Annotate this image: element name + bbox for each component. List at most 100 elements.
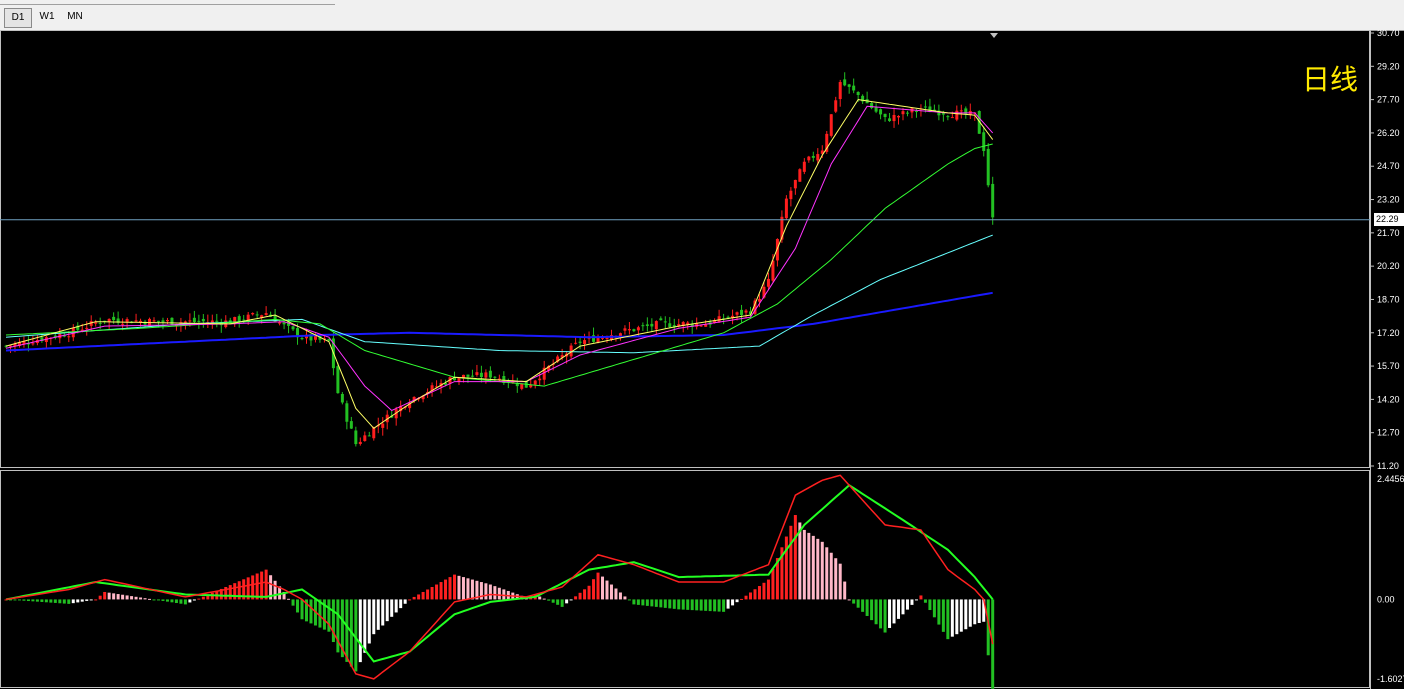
macd-bar (578, 592, 582, 600)
candle (470, 369, 474, 378)
candle-body (950, 117, 954, 119)
candle-body (784, 198, 788, 219)
candle (219, 318, 223, 333)
macd-bar (991, 599, 995, 689)
macd-bar (13, 599, 17, 601)
candle (237, 314, 241, 328)
candle-body (856, 91, 860, 96)
candle (152, 317, 156, 323)
macd-bar (829, 552, 833, 600)
timeframe-w1-button[interactable]: W1 (34, 8, 60, 26)
macd-bar (753, 589, 757, 600)
candle-body (982, 132, 986, 152)
macd-bar (453, 574, 456, 600)
candle-body (955, 110, 959, 120)
candle-body (161, 320, 165, 323)
macd-bar (762, 582, 766, 600)
macd-bar (659, 599, 663, 608)
macd-bar (847, 599, 851, 601)
macd-bar (901, 599, 905, 615)
candle (363, 431, 367, 442)
macd-tick-label: 2.4456 (1377, 474, 1404, 484)
candle-body (291, 326, 295, 330)
candle-body (8, 345, 12, 347)
macd-bar (291, 599, 295, 606)
candle (861, 94, 865, 104)
candle-body (879, 109, 883, 115)
candle (959, 104, 963, 119)
macd-bar (843, 581, 847, 600)
price-tick-label: 23.20 (1377, 195, 1400, 205)
macd-bar (654, 599, 658, 607)
macd-bar (121, 594, 125, 600)
macd-bar (22, 599, 26, 601)
macd-bar (112, 593, 116, 600)
candle (94, 319, 98, 327)
macd-bar (784, 536, 788, 600)
candle-body (336, 366, 340, 394)
candle-body (358, 441, 362, 444)
price-chart[interactable]: 30.70 29.20 27.70 26.20 24.70 23.20 21.70 20.20… (0, 30, 1404, 689)
macd-bar (834, 558, 838, 600)
candle-body (479, 372, 483, 378)
macd-bar (704, 599, 708, 611)
macd-bar (255, 573, 259, 600)
candle (654, 320, 658, 335)
candle-body (112, 316, 116, 321)
candle (529, 379, 533, 389)
candle (627, 322, 631, 335)
candle (704, 320, 708, 327)
macd-bar (152, 599, 156, 601)
macd-bar (870, 599, 874, 621)
candle-body (923, 106, 927, 108)
candle (354, 426, 358, 447)
timeframe-mn-button[interactable]: MN (62, 8, 88, 26)
candle (251, 312, 255, 316)
macd-bar (771, 568, 775, 600)
candle (888, 113, 892, 122)
candle (663, 316, 667, 329)
macd-bar (139, 597, 143, 600)
macd-dif-line (5, 474, 994, 680)
candle-body (798, 169, 802, 182)
candle (829, 114, 833, 138)
candle (910, 107, 914, 119)
candle (991, 176, 995, 225)
candle-body (94, 322, 98, 324)
macd-bar (71, 599, 75, 604)
macd-bar (408, 599, 412, 601)
macd-bar (399, 599, 403, 609)
candle (659, 316, 663, 321)
macd-bar (825, 547, 829, 600)
timeframe-d1-button[interactable]: D1 (4, 8, 32, 28)
ma30-line (5, 143, 993, 387)
macd-bar (928, 599, 932, 611)
candle (852, 78, 856, 94)
candle-body (829, 114, 833, 136)
candle-body (650, 323, 654, 327)
candle (40, 333, 44, 343)
macd-bar (708, 599, 712, 612)
macd-bar (457, 575, 461, 600)
candle-body (852, 85, 856, 91)
candle-body (201, 318, 205, 322)
candle-body (107, 318, 111, 322)
candle (838, 79, 842, 107)
price-tick-label: 27.70 (1377, 95, 1400, 105)
macd-bar (385, 599, 389, 622)
candle (22, 336, 26, 348)
candle-body (897, 115, 901, 118)
macd-bar (726, 599, 730, 609)
candle (690, 320, 694, 334)
macd-bar (569, 599, 573, 601)
candle (367, 431, 371, 437)
candle (210, 314, 214, 329)
candle (44, 335, 48, 348)
candle-body (816, 154, 820, 161)
macd-bar (955, 599, 959, 635)
macd-bar (336, 599, 340, 653)
macd-bar (937, 599, 941, 625)
macd-bar (695, 599, 699, 611)
candle-body (533, 380, 537, 385)
candle (107, 318, 111, 330)
